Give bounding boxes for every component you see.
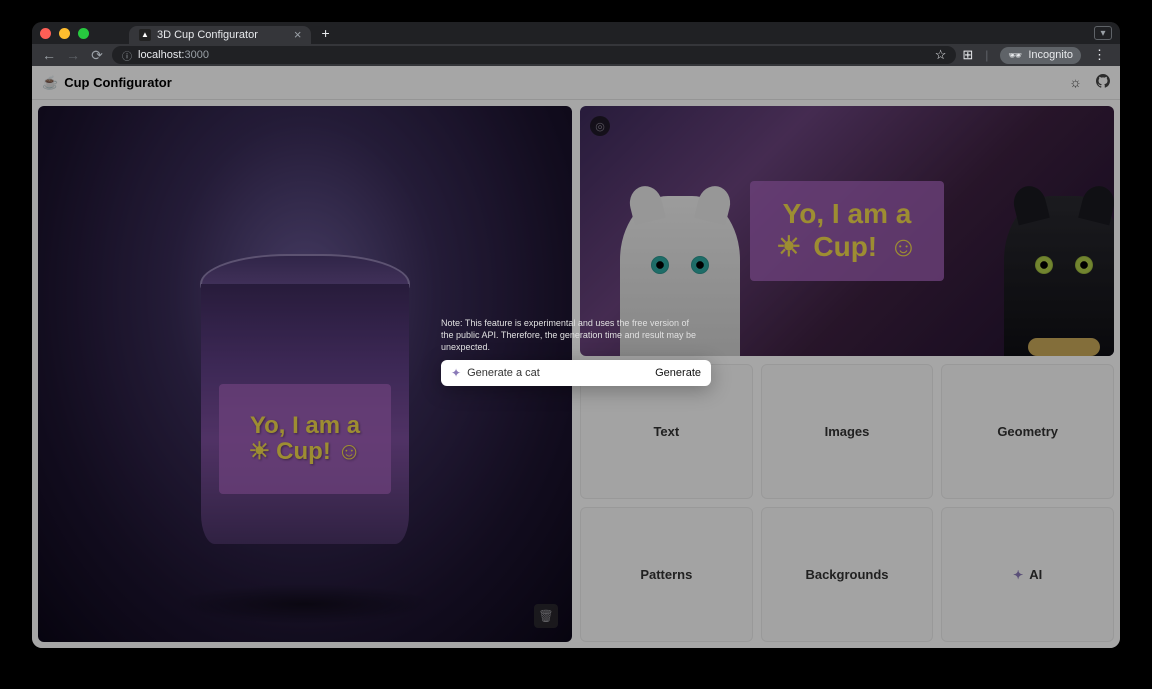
- generate-button[interactable]: Generate: [655, 367, 701, 379]
- site-info-icon[interactable]: ⓘ: [122, 48, 132, 63]
- window-minimize-button[interactable]: [59, 28, 70, 39]
- browser-window: ▲ 3D Cup Configurator × + ▾ ← → ⟳ ⓘ loca…: [32, 22, 1120, 648]
- url-port: 3000: [184, 49, 208, 61]
- window-controls: [40, 28, 89, 39]
- prompt-input[interactable]: [467, 367, 649, 379]
- incognito-badge[interactable]: 🕶 Incognito: [1000, 47, 1081, 64]
- extensions-icon[interactable]: ⊞: [962, 47, 973, 63]
- tab-dropdown-icon[interactable]: ▾: [1094, 26, 1112, 40]
- modal-overlay[interactable]: Note: This feature is experimental and u…: [32, 66, 1120, 648]
- incognito-label: Incognito: [1028, 49, 1073, 61]
- sparkle-icon: ✦: [451, 366, 461, 380]
- nav-back-icon[interactable]: ←: [40, 47, 58, 63]
- tab-favicon-icon: ▲: [139, 29, 151, 41]
- modal-input-box: ✦ Generate: [441, 360, 711, 386]
- url-host: localhost:: [138, 49, 184, 61]
- incognito-icon: 🕶: [1008, 49, 1022, 62]
- window-close-button[interactable]: [40, 28, 51, 39]
- browser-menu-icon[interactable]: ⋮: [1093, 47, 1106, 63]
- bookmark-star-icon[interactable]: ☆: [935, 47, 947, 63]
- browser-tab[interactable]: ▲ 3D Cup Configurator ×: [129, 26, 311, 44]
- nav-forward-icon[interactable]: →: [64, 47, 82, 63]
- nav-reload-icon[interactable]: ⟳: [88, 47, 106, 64]
- modal-note-text: Note: This feature is experimental and u…: [441, 318, 701, 353]
- address-bar: ← → ⟳ ⓘ localhost:3000 ☆ ⊞ | 🕶 Incognito…: [32, 44, 1120, 66]
- ai-generate-modal: Note: This feature is experimental and u…: [441, 318, 711, 385]
- app-root: ☕ Cup Configurator ☼ Yo, I am a: [32, 66, 1120, 648]
- window-maximize-button[interactable]: [78, 28, 89, 39]
- tab-close-icon[interactable]: ×: [294, 27, 302, 42]
- tab-title: 3D Cup Configurator: [157, 29, 258, 41]
- tab-bar: ▲ 3D Cup Configurator × + ▾: [32, 22, 1120, 44]
- new-tab-button[interactable]: +: [321, 25, 329, 41]
- url-input[interactable]: ⓘ localhost:3000 ☆: [112, 46, 956, 64]
